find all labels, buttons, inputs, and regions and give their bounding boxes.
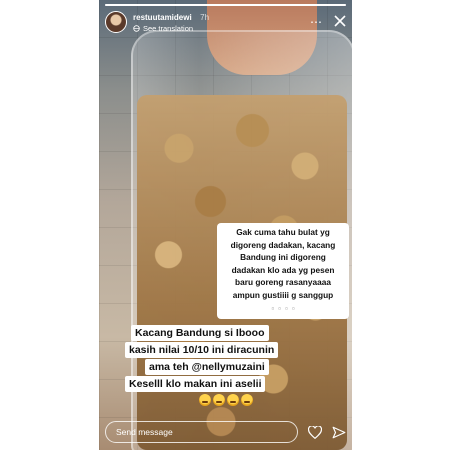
send-message-placeholder: Send message — [116, 427, 173, 437]
bottom-caption-line: ama teh @nellymuzaini — [145, 359, 269, 375]
top-caption-line: ampun gustiiii g sanggup — [232, 289, 334, 300]
story-progress-fill — [105, 4, 346, 6]
avatar[interactable] — [105, 11, 127, 33]
top-caption-line: baru goreng rasanyaaaa — [235, 277, 331, 287]
see-translation-label: See translation — [143, 24, 194, 33]
crying-face-icon — [227, 394, 239, 406]
more-options-icon[interactable]: ⋯ — [310, 15, 322, 29]
bottom-caption: Kacang Bandung si Ibooo kasih nilai 10/1… — [125, 325, 295, 406]
see-translation-link[interactable]: See translation — [133, 23, 209, 34]
crying-emoji-row — [199, 394, 295, 406]
praying-hands-icon: ▫ — [278, 304, 281, 313]
story-time: 7h — [200, 13, 210, 22]
send-icon[interactable] — [332, 426, 346, 439]
crying-face-icon — [213, 394, 225, 406]
top-caption-line: Gak cuma tahu bulat yg — [236, 227, 330, 237]
bottom-caption-line: Keselll klo makan ini aselii — [125, 376, 266, 392]
story-header: restuutamidewi 7h See translation ⋯ — [105, 10, 346, 34]
praying-hands-icon: ▫ — [285, 304, 288, 313]
bottom-caption-line: Kacang Bandung si Ibooo — [131, 325, 269, 341]
crying-face-icon — [241, 394, 253, 406]
username[interactable]: restuutamidewi — [133, 13, 192, 22]
translate-icon — [133, 25, 140, 32]
top-caption: Gak cuma tahu bulat yg digoreng dadakan,… — [217, 223, 349, 319]
close-icon[interactable] — [334, 14, 346, 30]
praying-hands-icon: ▫ — [271, 304, 275, 313]
header-actions: ⋯ — [310, 14, 346, 30]
user-block: restuutamidewi 7h See translation — [133, 10, 209, 34]
heart-icon[interactable] — [308, 425, 322, 439]
story-footer: Send message — [105, 420, 346, 444]
story-viewer[interactable]: restuutamidewi 7h See translation ⋯ Gak … — [99, 0, 352, 450]
caption-emoji-row: ▫ ▫ ▫ ▫ — [221, 303, 345, 316]
top-caption-line: dadakan klo ada yg pesen — [231, 264, 335, 275]
top-caption-line: digoreng dadakan, kacang — [230, 239, 336, 250]
story-progress-bar — [105, 4, 346, 6]
crying-face-icon — [199, 394, 211, 406]
praying-hands-icon: ▫ — [291, 304, 295, 313]
top-caption-line: Bandung ini digoreng — [240, 252, 326, 262]
bottom-caption-line: kasih nilai 10/10 ini diracunin — [125, 342, 279, 358]
send-message-input[interactable]: Send message — [105, 421, 298, 443]
